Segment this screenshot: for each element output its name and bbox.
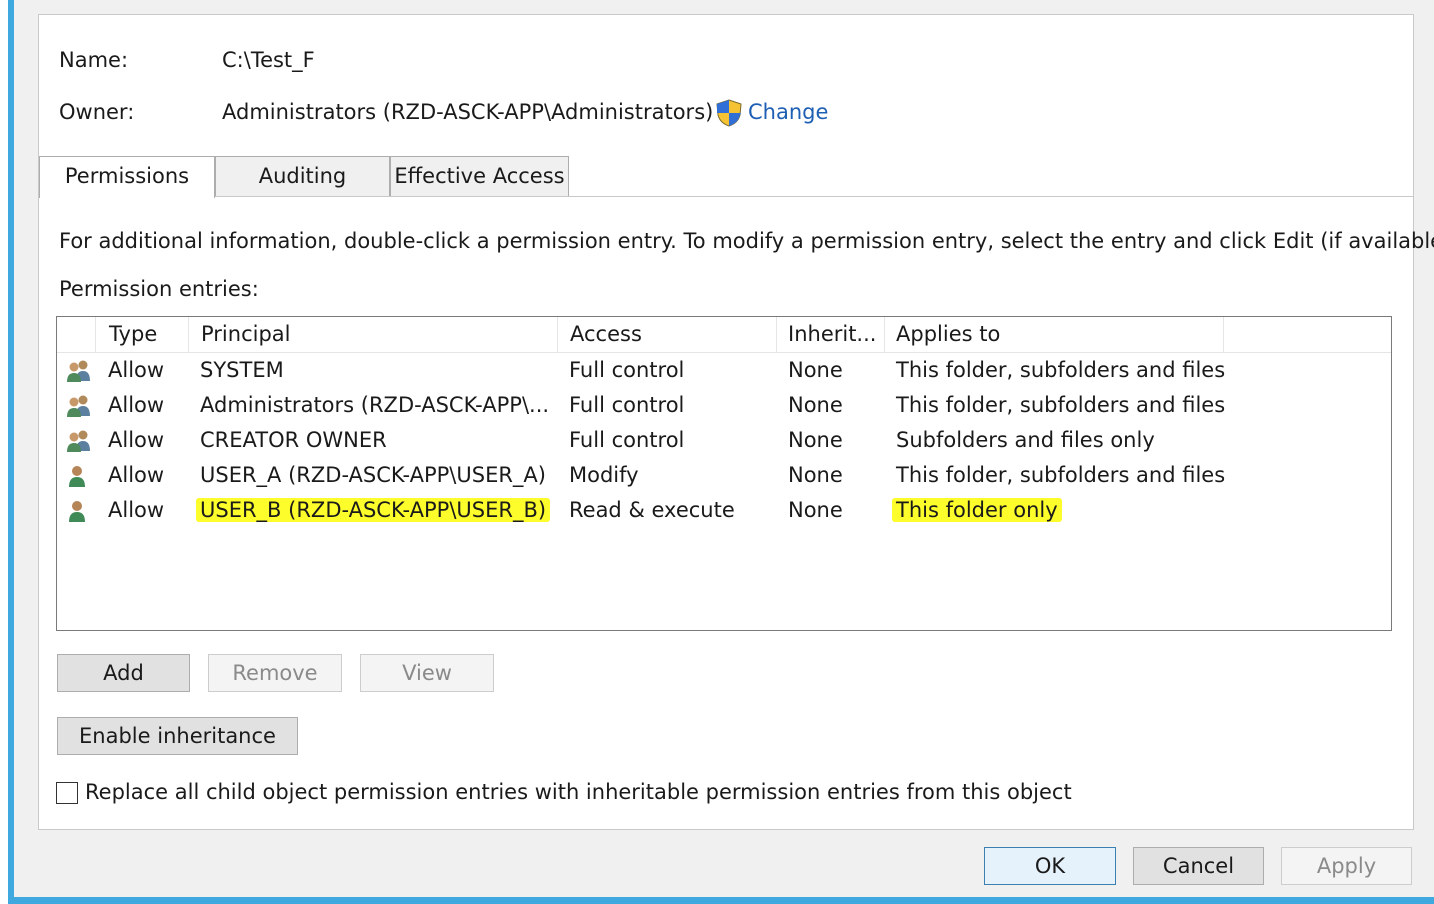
list-header: Type Principal Access Inherit... Applies… — [57, 317, 1391, 353]
name-value: C:\Test_F — [222, 48, 315, 72]
replace-child-permissions-checkbox[interactable] — [56, 782, 78, 804]
tab-permissions[interactable]: Permissions — [39, 156, 215, 198]
entry-type: Allow — [108, 463, 165, 487]
window-frame-bottom — [8, 897, 1434, 904]
owner-label: Owner: — [59, 100, 135, 124]
entry-access: Read & execute — [569, 498, 735, 522]
entry-type: Allow — [108, 428, 165, 452]
entry-type: Allow — [108, 498, 165, 522]
entry-principal: USER_A (RZD-ASCK-APP\USER_A) — [200, 463, 546, 487]
view-button[interactable]: View — [360, 654, 494, 692]
entry-applies-to: This folder only — [892, 498, 1062, 522]
column-header-inherited[interactable]: Inherit... — [788, 322, 876, 346]
entry-type: Allow — [108, 393, 165, 417]
column-separator — [557, 317, 558, 352]
tab-effective-access[interactable]: Effective Access — [390, 156, 569, 196]
entry-applies-to-cell: This folder only — [892, 498, 1062, 522]
user-icon — [69, 501, 85, 522]
column-separator — [95, 317, 96, 352]
entries-label: Permission entries: — [59, 277, 259, 301]
column-separator — [884, 317, 885, 352]
column-header-type[interactable]: Type — [109, 322, 157, 346]
entry-inherited: None — [788, 498, 843, 522]
replace-child-permissions-label[interactable]: Replace all child object permission entr… — [85, 780, 1072, 804]
group-icon — [67, 430, 90, 452]
entry-access: Full control — [569, 428, 685, 452]
ok-button[interactable]: OK — [984, 847, 1116, 885]
entry-access: Full control — [569, 358, 685, 382]
cancel-button[interactable]: Cancel — [1133, 847, 1264, 885]
info-text: For additional information, double-click… — [59, 229, 1434, 253]
entry-inherited: None — [788, 463, 843, 487]
table-row[interactable]: Allow USER_A (RZD-ASCK-APP\USER_A) Modif… — [57, 459, 1391, 494]
tab-auditing[interactable]: Auditing — [215, 156, 390, 196]
column-separator — [188, 317, 189, 352]
name-label: Name: — [59, 48, 129, 72]
user-icon — [69, 466, 85, 487]
group-icon — [67, 360, 90, 382]
column-separator — [776, 317, 777, 352]
entry-principal: USER_B (RZD-ASCK-APP\USER_B) — [196, 498, 551, 522]
entry-inherited: None — [788, 428, 843, 452]
table-row[interactable]: Allow CREATOR OWNER Full control None Su… — [57, 424, 1391, 459]
entry-inherited: None — [788, 358, 843, 382]
entry-applies-to: This folder, subfolders and files — [896, 393, 1226, 417]
tab-strip-line — [38, 196, 1414, 197]
group-icon — [67, 395, 90, 417]
column-header-principal[interactable]: Principal — [201, 322, 291, 346]
entry-type: Allow — [108, 358, 165, 382]
entry-access: Modify — [569, 463, 639, 487]
remove-button[interactable]: Remove — [208, 654, 342, 692]
column-header-applies-to[interactable]: Applies to — [896, 322, 1000, 346]
entry-applies-to: This folder, subfolders and files — [896, 463, 1226, 487]
table-row[interactable]: Allow SYSTEM Full control None This fold… — [57, 354, 1391, 389]
entry-inherited: None — [788, 393, 843, 417]
entry-principal: CREATOR OWNER — [200, 428, 387, 452]
owner-value: Administrators (RZD-ASCK-APP\Administrat… — [222, 100, 714, 124]
entry-applies-to: Subfolders and files only — [896, 428, 1155, 452]
column-separator — [1223, 317, 1224, 352]
entry-principal: SYSTEM — [200, 358, 284, 382]
entry-principal-cell: USER_B (RZD-ASCK-APP\USER_B) — [196, 498, 551, 522]
entry-applies-to: This folder, subfolders and files — [896, 358, 1226, 382]
uac-shield-icon — [716, 99, 742, 127]
table-row[interactable]: Allow USER_B (RZD-ASCK-APP\USER_B) Read … — [57, 494, 1391, 529]
apply-button[interactable]: Apply — [1281, 847, 1412, 885]
add-button[interactable]: Add — [57, 654, 190, 692]
entry-access: Full control — [569, 393, 685, 417]
change-owner-link[interactable]: Change — [748, 100, 828, 124]
entry-principal: Administrators (RZD-ASCK-APP\... — [200, 393, 550, 417]
table-row[interactable]: Allow Administrators (RZD-ASCK-APP\... F… — [57, 389, 1391, 424]
column-header-access[interactable]: Access — [570, 322, 642, 346]
permission-entries-list[interactable]: Type Principal Access Inherit... Applies… — [56, 316, 1392, 631]
enable-inheritance-button[interactable]: Enable inheritance — [57, 717, 298, 755]
